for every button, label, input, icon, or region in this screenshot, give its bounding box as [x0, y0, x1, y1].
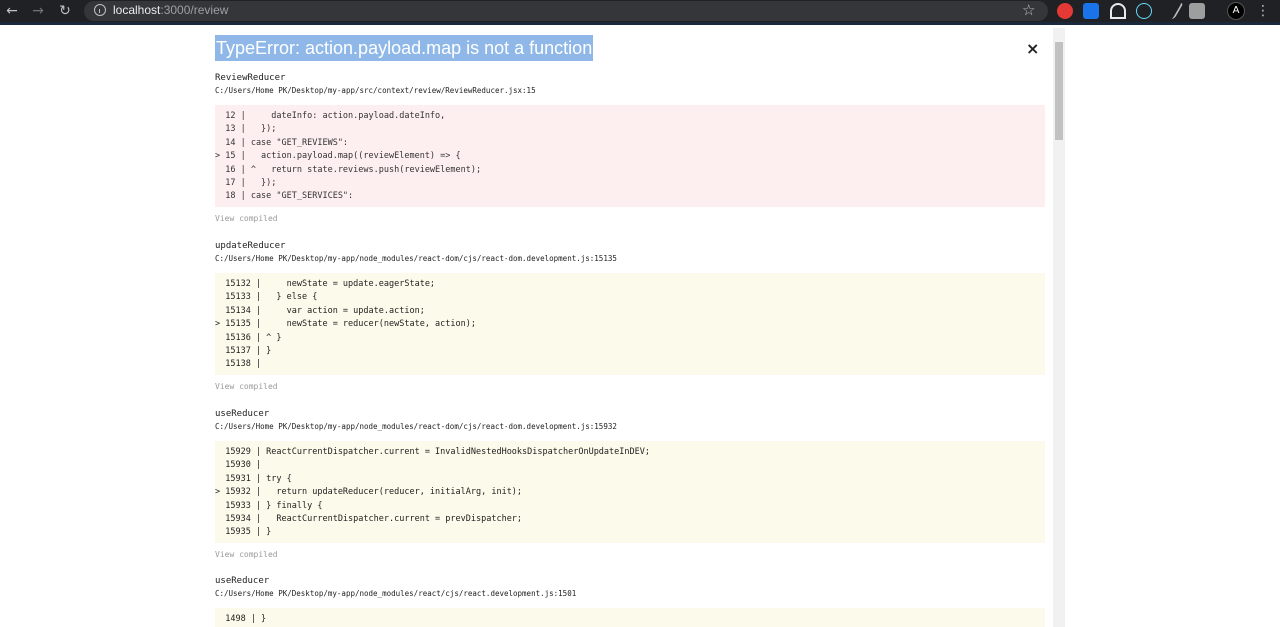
code-line: 15132 | newState = update.eagerState; — [215, 279, 436, 289]
profile-avatar[interactable]: A — [1227, 2, 1245, 20]
code-line: 15136 | ^ } — [215, 332, 282, 343]
stack-frame-file: C:/Users/Home PK/Desktop/my-app/src/cont… — [215, 86, 536, 95]
reload-icon[interactable]: ↻ — [56, 2, 74, 20]
extensions-puzzle-icon[interactable] — [1189, 3, 1205, 19]
code-line: 1498 | } — [215, 614, 267, 624]
close-button[interactable]: × — [1026, 39, 1039, 58]
code-line: 15138 | — [215, 359, 262, 370]
site-info-icon[interactable] — [94, 4, 106, 16]
view-compiled-link[interactable]: View compiled — [215, 382, 278, 391]
stack-frame-file: C:/Users/Home PK/Desktop/my-app/node_mod… — [215, 422, 617, 431]
extension-bell-icon[interactable] — [1110, 3, 1126, 19]
view-compiled-link[interactable]: View compiled — [215, 214, 278, 223]
code-line: 15929 | ReactCurrentDispatcher.current =… — [215, 447, 650, 457]
code-line: 16 | ^ return state.reviews.push(reviewE… — [215, 164, 482, 175]
address-bar[interactable] — [84, 1, 1048, 21]
stack-frame-file: C:/Users/Home PK/Desktop/my-app/node_mod… — [215, 254, 617, 263]
error-title: TypeError: action.payload.map is not a f… — [215, 35, 594, 61]
stack-frame-file: C:/Users/Home PK/Desktop/my-app/node_mod… — [215, 589, 577, 598]
back-icon[interactable]: ← — [3, 2, 21, 20]
code-line: 14 | case "GET_REVIEWS": — [215, 137, 349, 148]
code-line: 13 | }); — [215, 124, 277, 135]
code-line: 15134 | var action = update.action; — [215, 305, 425, 316]
code-line: 15930 | — [215, 460, 262, 471]
stack-frame-function: ReviewReducer — [215, 73, 286, 83]
bookmark-star-icon[interactable]: ☆ — [1022, 1, 1035, 19]
code-line: 18 | case "GET_SERVICES": — [215, 191, 354, 202]
code-line-highlighted: > 15135 | newState = reducer(newState, a… — [215, 319, 476, 330]
code-line: 17 | }); — [215, 177, 277, 188]
code-line: 15133 | } else { — [215, 292, 318, 303]
scrollbar[interactable] — [1053, 28, 1065, 627]
error-overlay: TypeError: action.payload.map is not a f… — [0, 25, 1280, 627]
translate-extension-icon[interactable] — [1083, 3, 1099, 19]
code-snippet: 15929 | ReactCurrentDispatcher.current =… — [215, 441, 1045, 543]
stack-frame-function: updateReducer — [215, 241, 286, 251]
extension-red-icon[interactable] — [1057, 3, 1073, 19]
code-snippet: 12 | dateInfo: action.payload.dateInfo, … — [215, 105, 1045, 207]
code-line: 15935 | } — [215, 527, 272, 538]
browser-toolbar: ← → ↻ localhost:3000/review ☆ A ⋮ — [0, 0, 1280, 22]
code-line-highlighted: > 15932 | return updateReducer(reducer, … — [215, 487, 523, 498]
stack-frame-function: useReducer — [215, 576, 270, 586]
code-line: 15137 | } — [215, 345, 272, 356]
code-snippet: 15132 | newState = update.eagerState; 15… — [215, 273, 1045, 375]
stack-frame-function: useReducer — [215, 409, 270, 419]
forward-icon[interactable]: → — [29, 2, 47, 20]
url-text[interactable]: localhost:3000/review — [113, 3, 228, 17]
code-line: 15933 | } finally { — [215, 500, 323, 511]
code-line: 15931 | try { — [215, 473, 292, 484]
browser-menu-icon[interactable]: ⋮ — [1256, 2, 1270, 20]
view-compiled-link[interactable]: View compiled — [215, 550, 278, 559]
code-line: 12 | dateInfo: action.payload.dateInfo, — [215, 111, 446, 121]
code-line: 15934 | ReactCurrentDispatcher.current =… — [215, 513, 523, 524]
scrollbar-thumb[interactable] — [1055, 42, 1063, 140]
react-devtools-icon[interactable] — [1136, 3, 1152, 19]
extension-pen-icon[interactable] — [1158, 3, 1184, 19]
code-snippet: 1498 | } — [215, 608, 1045, 627]
code-line-highlighted: > 15 | action.payload.map((reviewElement… — [215, 151, 461, 162]
